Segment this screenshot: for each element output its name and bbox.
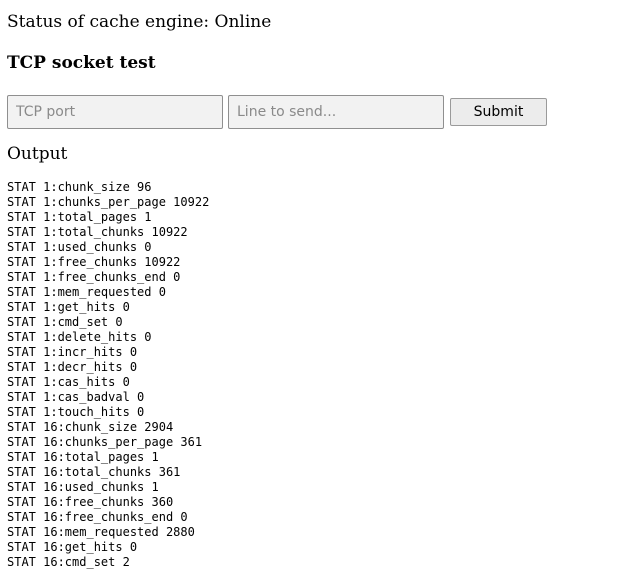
output-line: STAT 16:free_chunks 360	[7, 495, 174, 509]
output-line: STAT 16:get_hits 0	[7, 540, 138, 554]
tcp-socket-form: Submit	[7, 95, 547, 129]
output-line: STAT 16:chunk_size 2904	[7, 420, 174, 434]
output-line: STAT 16:total_pages 1	[7, 450, 159, 464]
output-line: STAT 1:chunks_per_page 10922	[7, 195, 210, 209]
output-line: STAT 16:used_chunks 1	[7, 480, 159, 494]
output-line: STAT 1:used_chunks 0	[7, 240, 152, 254]
output-line: STAT 1:incr_hits 0	[7, 345, 138, 359]
output-line: STAT 1:chunk_size 96	[7, 180, 152, 194]
output-label: Output	[7, 144, 68, 164]
output-line: STAT 1:cas_badval 0	[7, 390, 145, 404]
cache-engine-status: Status of cache engine: Online	[7, 12, 272, 32]
output-line: STAT 1:delete_hits 0	[7, 330, 152, 344]
output-line: STAT 16:free_chunks_end 0	[7, 510, 188, 524]
output-line: STAT 16:cmd_set 2	[7, 555, 130, 569]
output-line: STAT 16:total_chunks 361	[7, 465, 181, 479]
output-log: STAT 1:chunk_size 96 STAT 1:chunks_per_pa…	[7, 180, 209, 570]
output-line: STAT 1:get_hits 0	[7, 300, 130, 314]
output-line: STAT 16:chunks_per_page 361	[7, 435, 203, 449]
output-line: STAT 1:touch_hits 0	[7, 405, 145, 419]
output-line: STAT 1:decr_hits 0	[7, 360, 138, 374]
output-line: STAT 1:free_chunks 10922	[7, 255, 181, 269]
output-line: STAT 1:free_chunks_end 0	[7, 270, 181, 284]
output-line: STAT 1:cmd_set 0	[7, 315, 123, 329]
tcp-socket-test-heading: TCP socket test	[7, 53, 156, 73]
tcp-port-input[interactable]	[7, 95, 223, 129]
line-to-send-input[interactable]	[228, 95, 444, 129]
output-line: STAT 1:total_chunks 10922	[7, 225, 188, 239]
output-line: STAT 16:mem_requested 2880	[7, 525, 195, 539]
output-line: STAT 1:mem_requested 0	[7, 285, 166, 299]
submit-button[interactable]: Submit	[450, 98, 547, 126]
output-line: STAT 1:total_pages 1	[7, 210, 152, 224]
output-line: STAT 1:cas_hits 0	[7, 375, 130, 389]
